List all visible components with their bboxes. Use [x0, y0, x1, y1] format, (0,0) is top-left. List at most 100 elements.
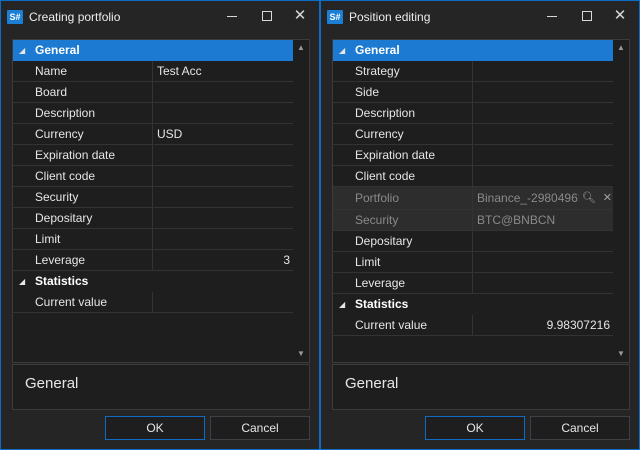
category-statistics[interactable]: ◢ Statistics — [333, 294, 614, 315]
property-name: Name — [13, 61, 153, 81]
row-client-code[interactable]: Client code — [333, 166, 614, 187]
scroll-up-icon[interactable]: ▲ — [613, 40, 629, 56]
collapse-triangle-icon[interactable]: ◢ — [19, 40, 25, 61]
minimize-icon[interactable] — [217, 5, 247, 27]
row-security[interactable]: Security BTC@BNBCN — [333, 210, 614, 231]
category-general[interactable]: ◢ General — [333, 40, 614, 61]
expiration-date-input[interactable] — [474, 145, 614, 165]
current-value-field[interactable] — [154, 292, 294, 312]
ok-button[interactable]: OK — [105, 416, 205, 440]
creating-portfolio-window: S# Creating portfolio ✕ ◢ General Name Te… — [0, 0, 320, 450]
client-code-input[interactable] — [154, 166, 294, 186]
property-name: Leverage — [333, 273, 473, 293]
row-board[interactable]: Board — [13, 82, 294, 103]
row-description[interactable]: Description — [333, 103, 614, 124]
property-name: Expiration date — [13, 145, 153, 165]
collapse-triangle-icon[interactable]: ◢ — [339, 40, 345, 61]
property-name: Client code — [13, 166, 153, 186]
current-value-field[interactable]: 9.98307216 — [474, 315, 614, 335]
name-input[interactable]: Test Acc — [154, 61, 294, 81]
limit-input[interactable] — [474, 252, 614, 272]
row-expiration-date[interactable]: Expiration date — [333, 145, 614, 166]
search-icon[interactable]: 🔍︎ — [582, 192, 596, 204]
description-panel: General — [332, 364, 630, 410]
property-name: Currency — [13, 124, 153, 144]
row-current-value[interactable]: Current value 9.98307216 — [333, 315, 614, 336]
row-client-code[interactable]: Client code — [13, 166, 294, 187]
row-strategy[interactable]: Strategy — [333, 61, 614, 82]
title-bar[interactable]: S# Position editing ✕ — [321, 1, 639, 33]
description-input[interactable] — [474, 103, 614, 123]
currency-input[interactable]: USD — [154, 124, 294, 144]
property-name: Strategy — [333, 61, 473, 81]
row-portfolio[interactable]: Portfolio Binance_-2980496! 🔍︎ ✕ — [333, 187, 614, 210]
collapse-triangle-icon[interactable]: ◢ — [19, 271, 25, 292]
property-name: Board — [13, 82, 153, 102]
property-name: Security — [13, 187, 153, 207]
security-input[interactable] — [154, 187, 294, 207]
collapse-triangle-icon[interactable]: ◢ — [339, 294, 345, 315]
maximize-icon[interactable] — [572, 5, 602, 27]
row-depositary[interactable]: Depositary — [333, 231, 614, 252]
close-icon[interactable]: ✕ — [605, 5, 635, 27]
row-current-value[interactable]: Current value — [13, 292, 294, 313]
row-leverage[interactable]: Leverage — [333, 273, 614, 294]
depositary-input[interactable] — [154, 208, 294, 228]
limit-input[interactable] — [154, 229, 294, 249]
currency-input[interactable] — [474, 124, 614, 144]
scroll-down-icon[interactable]: ▼ — [293, 346, 309, 362]
description-input[interactable] — [154, 103, 294, 123]
property-name: Current value — [333, 315, 473, 335]
expiration-date-input[interactable] — [154, 145, 294, 165]
row-currency[interactable]: Currency — [333, 124, 614, 145]
window-title: Creating portfolio — [29, 10, 121, 24]
category-statistics[interactable]: ◢ Statistics — [13, 271, 294, 292]
row-leverage[interactable]: Leverage 3 — [13, 250, 294, 271]
property-grid: ◢ General Name Test Acc Board Description… — [12, 39, 310, 363]
app-logo-icon: S# — [327, 10, 343, 24]
board-input[interactable] — [154, 82, 294, 102]
depositary-input[interactable] — [474, 231, 614, 251]
position-editing-window: S# Position editing ✕ ◢ General Strategy… — [320, 0, 640, 450]
property-name: Portfolio — [333, 187, 473, 209]
maximize-icon[interactable] — [252, 5, 282, 27]
portfolio-editor-icons: 🔍︎ ✕ — [578, 187, 612, 207]
category-label: Statistics — [355, 297, 409, 311]
property-name: Description — [333, 103, 473, 123]
category-general[interactable]: ◢ General — [13, 40, 294, 61]
ok-button[interactable]: OK — [425, 416, 525, 440]
cancel-button[interactable]: Cancel — [530, 416, 630, 440]
property-name: Depositary — [333, 231, 473, 251]
row-limit[interactable]: Limit — [333, 252, 614, 273]
clear-icon[interactable]: ✕ — [603, 192, 612, 204]
cancel-button[interactable]: Cancel — [210, 416, 310, 440]
close-icon[interactable]: ✕ — [285, 5, 315, 27]
portfolio-field[interactable]: Binance_-2980496! — [474, 187, 580, 209]
leverage-input[interactable] — [474, 273, 614, 293]
row-depositary[interactable]: Depositary — [13, 208, 294, 229]
row-side[interactable]: Side — [333, 82, 614, 103]
vertical-scrollbar[interactable]: ▲ ▼ — [613, 40, 629, 362]
category-label: General — [35, 43, 80, 57]
minimize-icon[interactable] — [537, 5, 567, 27]
leverage-input[interactable]: 3 — [154, 250, 294, 270]
row-currency[interactable]: Currency USD — [13, 124, 294, 145]
side-input[interactable] — [474, 82, 614, 102]
vertical-scrollbar[interactable]: ▲ ▼ — [293, 40, 309, 362]
window-title: Position editing — [349, 10, 431, 24]
property-grid: ◢ General Strategy Side Description Curr… — [332, 39, 630, 363]
scroll-down-icon[interactable]: ▼ — [613, 346, 629, 362]
property-name: Expiration date — [333, 145, 473, 165]
row-name[interactable]: Name Test Acc — [13, 61, 294, 82]
row-security[interactable]: Security — [13, 187, 294, 208]
security-field[interactable]: BTC@BNBCN — [474, 210, 614, 230]
row-limit[interactable]: Limit — [13, 229, 294, 250]
property-name: Security — [333, 210, 473, 230]
scroll-up-icon[interactable]: ▲ — [293, 40, 309, 56]
client-code-input[interactable] — [474, 166, 614, 186]
title-bar[interactable]: S# Creating portfolio ✕ — [1, 1, 319, 33]
row-expiration-date[interactable]: Expiration date — [13, 145, 294, 166]
strategy-input[interactable] — [474, 61, 614, 81]
row-description[interactable]: Description — [13, 103, 294, 124]
property-name: Client code — [333, 166, 473, 186]
